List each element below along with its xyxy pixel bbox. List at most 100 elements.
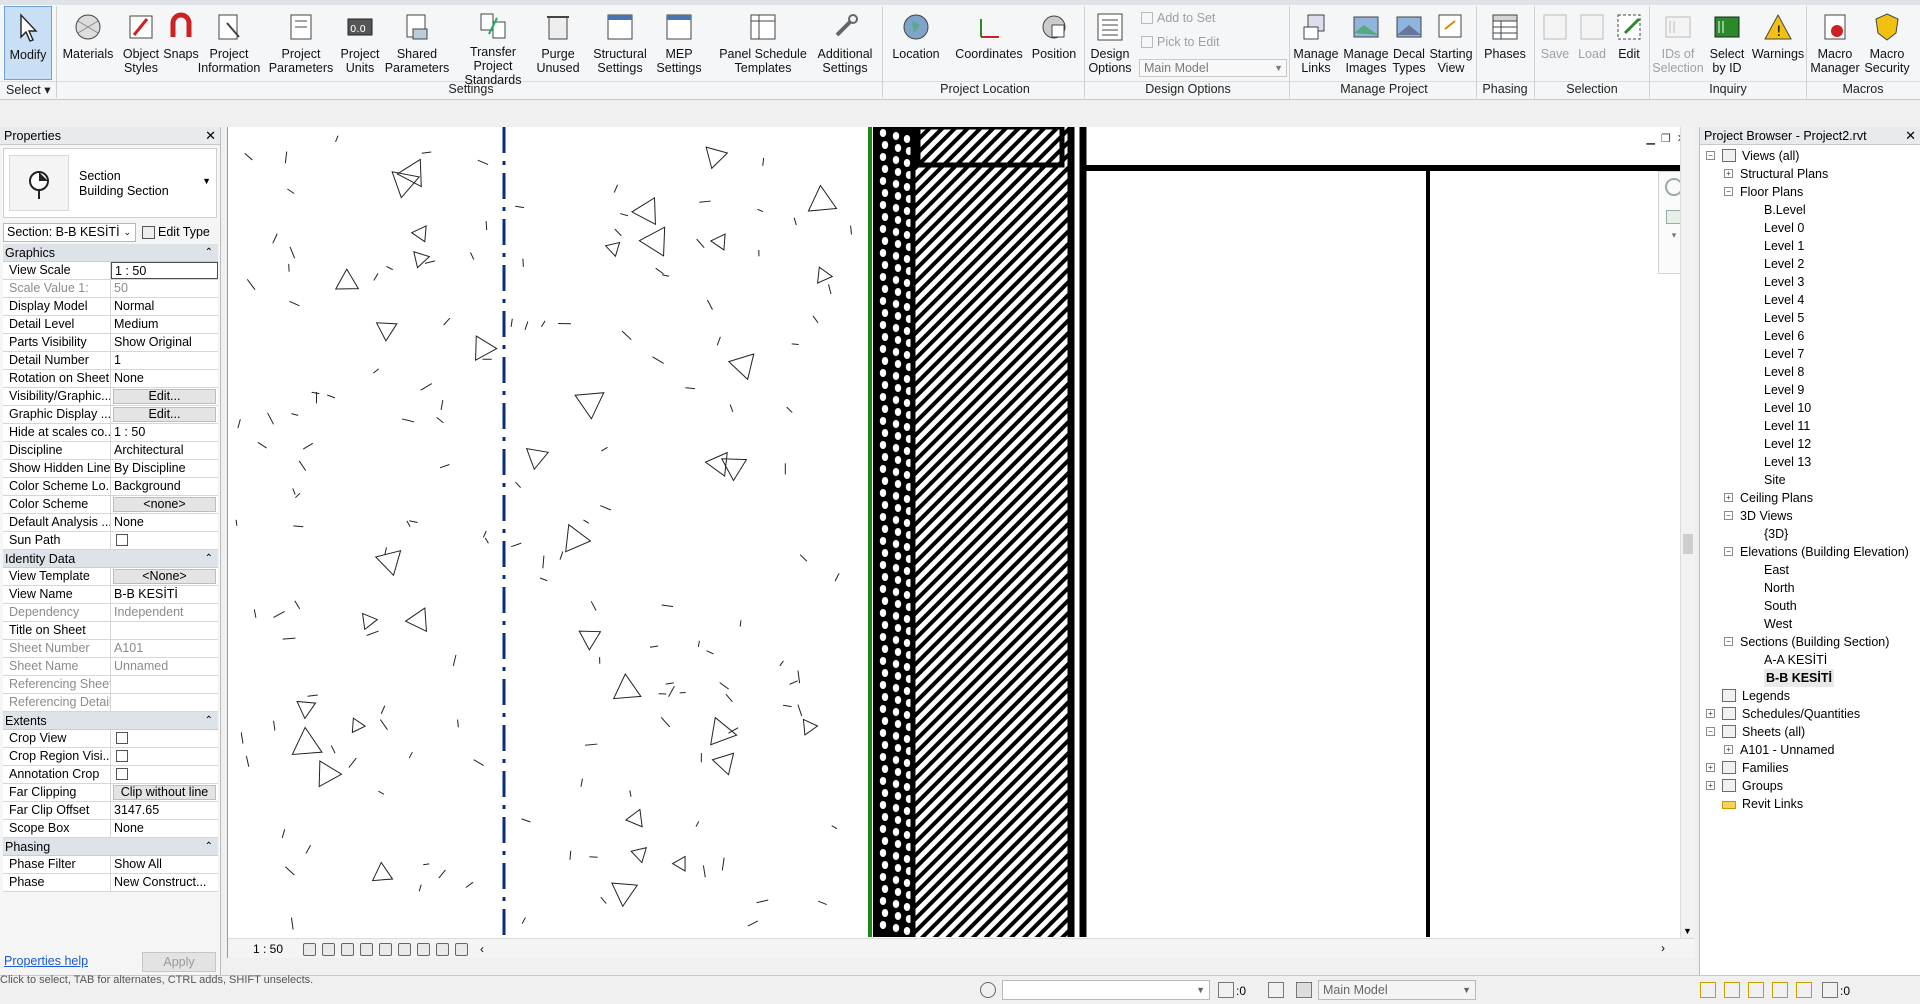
property-value[interactable] bbox=[111, 748, 218, 765]
section-view-canvas[interactable]: ▁ ❐ ✕ ▾ ▼ 1 : 50 ‹ bbox=[227, 127, 1694, 958]
scroll-thumb[interactable] bbox=[1683, 534, 1693, 554]
property-value[interactable]: Show Original bbox=[111, 334, 218, 351]
expand-icon[interactable]: + bbox=[1724, 169, 1733, 178]
manage-images-button[interactable]: Manage Images bbox=[1342, 6, 1390, 80]
shadows-icon[interactable] bbox=[360, 942, 374, 956]
browser-node[interactable]: Level 0 bbox=[1700, 219, 1920, 237]
browser-node[interactable]: − Floor Plans bbox=[1700, 183, 1920, 201]
property-value[interactable]: Background bbox=[111, 478, 218, 495]
additional-settings-button[interactable]: Additional Settings bbox=[812, 6, 878, 80]
visual-style-icon[interactable] bbox=[322, 942, 336, 956]
shared-parameters-button[interactable]: Shared Parameters bbox=[382, 6, 452, 80]
browser-node[interactable]: − Views (all) bbox=[1700, 147, 1920, 165]
location-button[interactable]: Location bbox=[888, 6, 944, 80]
select-pinned-icon[interactable] bbox=[1748, 982, 1764, 998]
purge-unused-button[interactable]: Purge Unused bbox=[536, 6, 580, 80]
browser-node[interactable]: East bbox=[1700, 561, 1920, 579]
browser-node[interactable]: North bbox=[1700, 579, 1920, 597]
property-value[interactable] bbox=[111, 622, 218, 639]
view-scale-label[interactable]: 1 : 50 bbox=[253, 942, 283, 956]
property-value[interactable]: None bbox=[111, 370, 218, 387]
transfer-project-standards-button[interactable]: Transfer Project Standards bbox=[452, 6, 534, 87]
select-by-id-button[interactable]: Select by ID bbox=[1704, 6, 1750, 80]
browser-node[interactable]: Level 5 bbox=[1700, 309, 1920, 327]
browser-node[interactable]: Level 13 bbox=[1700, 453, 1920, 471]
design-options-status-icon[interactable] bbox=[1268, 982, 1284, 998]
property-value[interactable]: Architectural bbox=[111, 442, 218, 459]
collapse-icon[interactable]: − bbox=[1706, 151, 1715, 160]
snaps-button[interactable]: Snaps bbox=[163, 6, 199, 80]
collapse-icon[interactable]: − bbox=[1724, 637, 1733, 646]
browser-node[interactable]: B.Level bbox=[1700, 201, 1920, 219]
analytical-model-icon[interactable] bbox=[455, 942, 469, 956]
minimize-icon[interactable]: ▁ bbox=[1646, 132, 1654, 145]
materials-button[interactable]: Materials bbox=[63, 6, 113, 80]
editable-only-icon[interactable] bbox=[1218, 982, 1234, 998]
browser-node[interactable]: South bbox=[1700, 597, 1920, 615]
collapse-icon[interactable]: ⌃ bbox=[205, 550, 213, 568]
expand-icon[interactable]: + bbox=[1706, 781, 1715, 790]
crop-view-icon[interactable] bbox=[379, 942, 393, 956]
property-value[interactable]: 1 : 50 bbox=[111, 424, 218, 441]
ids-of-selection-button[interactable]: IDs of Selection bbox=[1652, 6, 1704, 80]
property-value[interactable]: By Discipline bbox=[111, 460, 218, 477]
manage-links-button[interactable]: Manage Links bbox=[1292, 6, 1340, 80]
drag-elements-icon[interactable] bbox=[1796, 982, 1812, 998]
browser-node[interactable]: Level 4 bbox=[1700, 291, 1920, 309]
exclude-options-icon[interactable] bbox=[1296, 982, 1312, 998]
property-value-button[interactable]: <none> bbox=[113, 497, 216, 512]
browser-node[interactable]: Level 6 bbox=[1700, 327, 1920, 345]
restore-icon[interactable]: ❐ bbox=[1661, 132, 1671, 145]
browser-node[interactable]: Level 9 bbox=[1700, 381, 1920, 399]
starting-view-button[interactable]: Starting View bbox=[1428, 6, 1474, 80]
property-value[interactable]: New Construct... bbox=[111, 874, 218, 891]
property-group-graphics[interactable]: Graphics ⌃ bbox=[3, 244, 218, 262]
property-value-button[interactable]: <None> bbox=[113, 569, 216, 584]
property-value[interactable] bbox=[111, 730, 218, 747]
macro-security-button[interactable]: Macro Security bbox=[1860, 6, 1914, 80]
collapse-icon[interactable]: ⌃ bbox=[205, 838, 213, 856]
project-information-button[interactable]: Project Information bbox=[196, 6, 262, 80]
add-to-set-button[interactable]: Add to Set bbox=[1141, 11, 1215, 25]
active-design-option-select[interactable]: Main Model ▼ bbox=[1318, 980, 1476, 1000]
reveal-hidden-icon[interactable] bbox=[436, 942, 450, 956]
save-selection-button[interactable]: Save bbox=[1538, 6, 1572, 80]
browser-node[interactable]: B-B KESİTİ bbox=[1700, 669, 1920, 687]
temporary-hide-icon[interactable] bbox=[417, 942, 431, 956]
close-icon[interactable]: ✕ bbox=[1905, 127, 1916, 145]
property-checkbox[interactable] bbox=[116, 750, 128, 762]
browser-node[interactable]: Level 7 bbox=[1700, 345, 1920, 363]
load-selection-button[interactable]: Load bbox=[1574, 6, 1610, 80]
mep-settings-button[interactable]: MEP Settings bbox=[648, 6, 710, 80]
project-parameters-button[interactable]: Project Parameters bbox=[268, 6, 334, 80]
type-selector[interactable]: Section Building Section ▼ bbox=[3, 148, 217, 218]
structural-settings-button[interactable]: Structural Settings bbox=[592, 6, 648, 80]
browser-node[interactable]: Legends bbox=[1700, 687, 1920, 705]
property-value[interactable] bbox=[111, 766, 218, 783]
browser-node[interactable]: West bbox=[1700, 615, 1920, 633]
property-value[interactable] bbox=[111, 532, 218, 549]
browser-node[interactable]: + Families bbox=[1700, 759, 1920, 777]
close-icon[interactable]: ✕ bbox=[205, 127, 216, 145]
browser-node[interactable]: Level 12 bbox=[1700, 435, 1920, 453]
show-crop-icon[interactable] bbox=[398, 942, 412, 956]
property-value[interactable]: 1 : 50 bbox=[111, 262, 218, 279]
pick-to-edit-button[interactable]: Pick to Edit bbox=[1141, 35, 1220, 49]
browser-node[interactable]: A-A KESİTİ bbox=[1700, 651, 1920, 669]
browser-node[interactable]: + Structural Plans bbox=[1700, 165, 1920, 183]
browser-node[interactable]: Level 3 bbox=[1700, 273, 1920, 291]
property-value[interactable]: Medium bbox=[111, 316, 218, 333]
expand-icon[interactable]: + bbox=[1706, 763, 1715, 772]
property-value-button[interactable]: Clip without line bbox=[113, 785, 216, 800]
property-value[interactable]: Show All bbox=[111, 856, 218, 873]
select-panel-label[interactable]: Select ▾ bbox=[0, 82, 52, 98]
select-underlay-icon[interactable] bbox=[1724, 982, 1740, 998]
phases-button[interactable]: Phases bbox=[1480, 6, 1530, 80]
browser-node[interactable]: + Schedules/Quantities bbox=[1700, 705, 1920, 723]
collapse-icon[interactable]: − bbox=[1724, 187, 1733, 196]
browser-node[interactable]: + A101 - Unnamed bbox=[1700, 741, 1920, 759]
property-group-phasing[interactable]: Phasing ⌃ bbox=[3, 838, 218, 856]
position-button[interactable]: Position bbox=[1032, 6, 1076, 80]
detail-level-icon[interactable] bbox=[303, 942, 317, 956]
browser-node[interactable]: Level 1 bbox=[1700, 237, 1920, 255]
